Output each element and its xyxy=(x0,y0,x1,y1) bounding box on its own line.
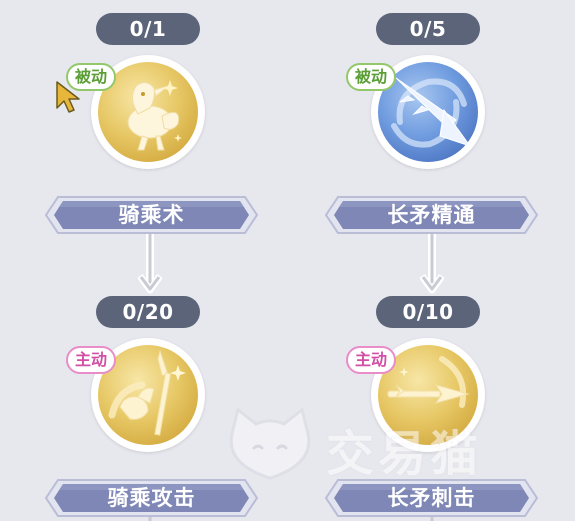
skill-tree-panel: 0/1 被动 骑乘术 0/5 被动 长矛精通 0/20 主动 骑乘攻击 0/10… xyxy=(0,0,575,521)
watermark: 交易猫 xyxy=(222,404,552,484)
skill-level-count: 0/5 xyxy=(376,13,480,45)
skill-name-banner: 骑乘术 xyxy=(44,191,259,239)
skill-name: 骑乘术 xyxy=(118,203,185,227)
skill-node-riding[interactable]: 0/1 被动 骑乘术 xyxy=(44,13,264,253)
skill-level-count: 0/1 xyxy=(96,13,200,45)
cat-logo-icon xyxy=(229,407,311,480)
mouse-pointer-icon xyxy=(56,81,80,113)
skill-type-tag-passive: 被动 xyxy=(346,63,397,91)
skill-name: 长矛精通 xyxy=(387,203,476,227)
skill-type-tag-active: 主动 xyxy=(66,346,117,374)
skill-node-spear-mastery[interactable]: 0/5 被动 长矛精通 xyxy=(324,13,544,253)
skill-name-banner: 长矛精通 xyxy=(324,191,539,239)
skill-level-count: 0/20 xyxy=(96,296,200,328)
watermark-text: 交易猫 xyxy=(326,426,483,482)
skill-type-tag-active: 主动 xyxy=(346,346,397,374)
skill-level-count: 0/10 xyxy=(376,296,480,328)
